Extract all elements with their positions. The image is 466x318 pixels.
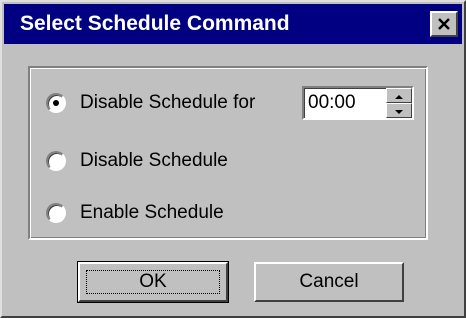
dialog-title: Select Schedule Command: [20, 12, 290, 35]
spinner-buttons: [386, 88, 412, 118]
focus-rectangle: [86, 270, 220, 294]
radio-disable-schedule-for[interactable]: Disable Schedule for: [46, 88, 255, 118]
radio-enable-schedule[interactable]: Enable Schedule: [46, 198, 224, 228]
radio-label: Disable Schedule: [80, 150, 228, 171]
radio-selected-dot: [53, 100, 59, 106]
title-bar[interactable]: Select Schedule Command: [4, 4, 462, 44]
close-icon: [437, 18, 451, 30]
radio-disable-schedule[interactable]: Disable Schedule: [46, 146, 228, 176]
arrow-down-icon: [394, 102, 404, 120]
radio-button[interactable]: [46, 93, 66, 113]
duration-spinner[interactable]: 00:00: [302, 86, 414, 120]
spin-down-button[interactable]: [386, 103, 412, 118]
cancel-label: Cancel: [299, 271, 359, 292]
duration-input[interactable]: 00:00: [308, 90, 356, 116]
radio-button[interactable]: [46, 203, 66, 223]
ok-button[interactable]: OK: [77, 261, 229, 303]
radio-label: Disable Schedule for: [80, 92, 256, 113]
radio-label: Enable Schedule: [80, 202, 224, 223]
radio-button[interactable]: [46, 151, 66, 171]
close-button[interactable]: [430, 11, 458, 37]
cancel-button[interactable]: Cancel: [254, 262, 404, 302]
